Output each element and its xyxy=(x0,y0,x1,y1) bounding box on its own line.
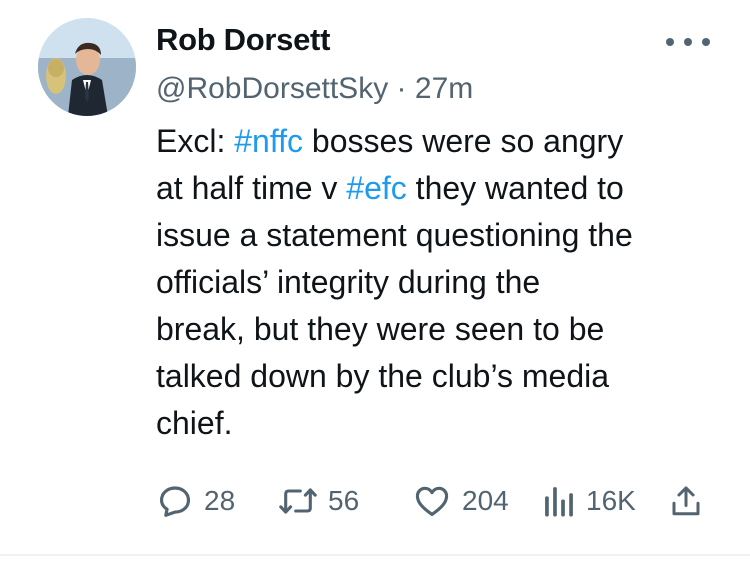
heart-icon xyxy=(415,486,449,517)
like-button[interactable]: 204 xyxy=(412,478,509,524)
view-count: 16K xyxy=(586,485,636,516)
reply-button[interactable]: 28 xyxy=(156,478,235,524)
hashtag-link[interactable]: #efc xyxy=(346,170,406,206)
dot xyxy=(684,38,692,46)
share-button[interactable] xyxy=(668,478,704,524)
tweet-line: Excl: #nffc bosses were so angry xyxy=(156,118,731,165)
text-segment: Excl: xyxy=(156,123,235,159)
text-segment: at half time v xyxy=(156,170,347,206)
divider xyxy=(0,554,750,556)
tweet: Rob Dorsett @RobDorsettSky · 27m Excl: #… xyxy=(0,0,750,556)
share-icon xyxy=(672,486,700,516)
reply-count: 28 xyxy=(204,485,236,516)
views-button[interactable]: 16K xyxy=(542,478,636,524)
avatar[interactable] xyxy=(38,18,136,116)
avatar-photo xyxy=(38,18,136,116)
author-name[interactable]: Rob Dorsett xyxy=(156,22,330,58)
repost-count: 56 xyxy=(328,485,360,516)
text-segment: bosses were so angry xyxy=(303,123,624,159)
like-count: 204 xyxy=(462,485,509,516)
tweet-line: talked down by the club’s media xyxy=(156,358,610,394)
tweet-line: chief. xyxy=(156,405,233,441)
tweet-line: break, but they were seen to be xyxy=(156,311,605,347)
tweet-line: at half time v #efc they wanted to xyxy=(156,165,731,212)
timestamp[interactable]: 27m xyxy=(415,72,473,105)
action-bar: 28 56 204 16K xyxy=(156,478,716,524)
reply-bubble-icon xyxy=(159,486,191,517)
tweet-text: Excl: #nffc bosses were so angry at half… xyxy=(156,118,731,447)
tweet-line: issue a statement questioning the xyxy=(156,217,633,253)
repost-icon xyxy=(279,488,317,514)
repost-button[interactable]: 56 xyxy=(278,478,359,524)
dot xyxy=(666,38,674,46)
author-meta: @RobDorsettSky · 27m xyxy=(156,72,473,106)
meta-separator: · xyxy=(396,72,407,105)
bar-chart-icon xyxy=(545,487,573,517)
text-segment: they wanted to xyxy=(406,170,624,206)
dot xyxy=(702,38,710,46)
more-dots-icon[interactable] xyxy=(666,30,710,54)
tweet-line: officials’ integrity during the xyxy=(156,264,541,300)
author-handle[interactable]: @RobDorsettSky xyxy=(156,72,388,105)
hashtag-link[interactable]: #nffc xyxy=(234,123,303,159)
